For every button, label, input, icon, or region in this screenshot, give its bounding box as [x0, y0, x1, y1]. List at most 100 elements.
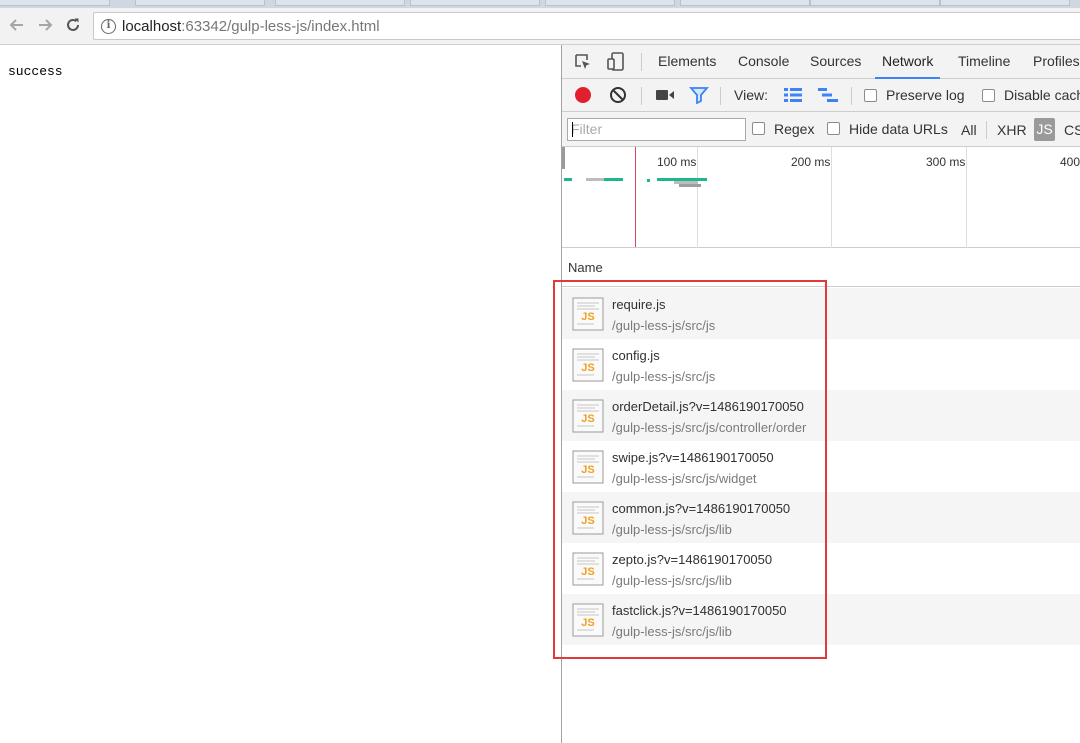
browser-tab[interactable]: [545, 0, 675, 6]
js-file-icon: JS: [572, 348, 604, 382]
overview-request-bar: [604, 178, 623, 181]
filter-toggle-button[interactable]: [689, 86, 709, 104]
page-viewport: success: [0, 45, 561, 743]
request-path: /gulp-less-js/src/js/lib: [612, 522, 732, 537]
inspect-element-button[interactable]: [572, 52, 594, 72]
request-name: swipe.js?v=1486190170050: [612, 450, 774, 465]
request-path: /gulp-less-js/src/js: [612, 369, 716, 384]
disable-cache-checkbox[interactable]: [982, 89, 995, 102]
requests-table-header[interactable]: Name: [562, 248, 1080, 287]
record-icon: [575, 87, 591, 103]
type-filter-all[interactable]: All: [961, 122, 977, 138]
url-host: localhost: [122, 18, 182, 35]
tab-elements[interactable]: Elements: [658, 45, 716, 79]
request-row[interactable]: JS orderDetail.js?v=1486190170050 /gulp-…: [562, 390, 1080, 441]
browser-tab[interactable]: [135, 0, 265, 6]
info-icon[interactable]: i: [101, 19, 116, 34]
request-row[interactable]: JS config.js /gulp-less-js/src/js: [562, 339, 1080, 390]
js-icon-text: JS: [581, 362, 594, 374]
overview-gridline: [966, 147, 967, 248]
browser-tab[interactable]: [275, 0, 405, 6]
tab-network[interactable]: Network: [875, 45, 941, 79]
list-icon: [784, 88, 802, 102]
filter-input[interactable]: Filter: [567, 118, 746, 141]
browser-tab[interactable]: [810, 0, 940, 6]
type-filter-css[interactable]: CSS: [1064, 122, 1080, 138]
request-row[interactable]: JS fastclick.js?v=1486190170050 /gulp-le…: [562, 594, 1080, 645]
tab-sources[interactable]: Sources: [810, 45, 861, 79]
hide-data-urls-label: Hide data URLs: [849, 121, 948, 137]
reload-button[interactable]: [62, 14, 84, 36]
network-controls: View: Preserve log Disable cache: [562, 79, 1080, 112]
page-body-text: success: [8, 64, 63, 79]
js-file-icon: JS: [572, 399, 604, 433]
waterfall-icon: [818, 88, 838, 102]
tab-console[interactable]: Console: [738, 45, 789, 79]
request-name: require.js: [612, 297, 666, 312]
load-event-line: [635, 147, 636, 247]
request-row[interactable]: JS swipe.js?v=1486190170050 /gulp-less-j…: [562, 441, 1080, 492]
back-button[interactable]: [6, 14, 28, 36]
request-row[interactable]: JS zepto.js?v=1486190170050 /gulp-less-j…: [562, 543, 1080, 594]
overview-gridline: [831, 147, 832, 248]
network-overview[interactable]: 100 ms 200 ms 300 ms 400 ms: [562, 147, 1080, 248]
js-icon-text: JS: [581, 515, 594, 527]
arrow-right-icon: [39, 19, 53, 31]
request-name: common.js?v=1486190170050: [612, 501, 791, 516]
name-column-header[interactable]: Name: [568, 260, 603, 275]
arrow-left-icon: [9, 19, 23, 31]
js-icon-text: JS: [581, 566, 594, 578]
overview-tick: 400 ms: [1060, 155, 1080, 169]
type-filter-js[interactable]: JS: [1034, 118, 1055, 141]
toolbar-divider: [851, 87, 852, 105]
overview-request-bar: [586, 178, 604, 181]
js-icon-text: JS: [581, 617, 594, 629]
device-mode-button[interactable]: [605, 51, 627, 73]
clear-button[interactable]: [609, 86, 627, 104]
browser-tab[interactable]: [0, 0, 110, 6]
address-bar[interactable]: i localhost:63342/gulp-less-js/index.htm…: [93, 12, 1080, 40]
type-filter-xhr[interactable]: XHR: [997, 122, 1027, 138]
browser-tab-strip: [0, 0, 1080, 8]
request-name: fastclick.js?v=1486190170050: [612, 603, 787, 618]
record-button[interactable]: [574, 86, 592, 104]
request-row[interactable]: JS require.js /gulp-less-js/src/js: [562, 288, 1080, 339]
device-icon: [607, 52, 624, 71]
toolbar-divider: [720, 87, 721, 105]
url-path: :63342/gulp-less-js/index.html: [181, 18, 380, 35]
overview-tick: 300 ms: [926, 155, 966, 169]
request-row[interactable]: JS common.js?v=1486190170050 /gulp-less-…: [562, 492, 1080, 543]
forward-button[interactable]: [34, 14, 56, 36]
overview-request-bar: [679, 184, 701, 187]
tab-profiles[interactable]: Profiles: [1033, 45, 1080, 79]
js-file-icon: JS: [572, 501, 604, 535]
tab-timeline[interactable]: Timeline: [958, 45, 1010, 79]
overview-request-bar: [564, 178, 572, 181]
overview-tick: 200 ms: [791, 155, 831, 169]
js-file-icon: JS: [572, 552, 604, 586]
hide-data-urls-checkbox[interactable]: [827, 122, 840, 135]
js-icon-text: JS: [581, 464, 594, 476]
large-rows-button[interactable]: [783, 87, 803, 103]
js-file-icon: JS: [572, 450, 604, 484]
overview-handle[interactable]: [562, 147, 565, 169]
url-text[interactable]: localhost:63342/gulp-less-js/index.html: [122, 18, 380, 35]
disable-cache-label: Disable cache: [1004, 87, 1080, 103]
browser-tab[interactable]: [680, 0, 810, 6]
regex-checkbox[interactable]: [752, 122, 765, 135]
request-path: /gulp-less-js/src/js/lib: [612, 624, 732, 639]
browser-tab[interactable]: [940, 0, 1070, 6]
capture-screenshots-button[interactable]: [654, 87, 676, 103]
block-icon: [610, 87, 626, 103]
toolbar-divider: [641, 87, 642, 105]
funnel-icon: [689, 87, 709, 104]
filter-placeholder: Filter: [571, 121, 603, 137]
browser-tab[interactable]: [410, 0, 540, 6]
request-name: zepto.js?v=1486190170050: [612, 552, 773, 567]
overview-toggle-button[interactable]: [817, 87, 839, 103]
preserve-log-checkbox[interactable]: [864, 89, 877, 102]
overview-request-bar: [647, 179, 650, 182]
request-path: /gulp-less-js/src/js/controller/order: [612, 420, 807, 435]
js-icon-text: JS: [581, 311, 594, 323]
regex-label: Regex: [774, 121, 815, 137]
